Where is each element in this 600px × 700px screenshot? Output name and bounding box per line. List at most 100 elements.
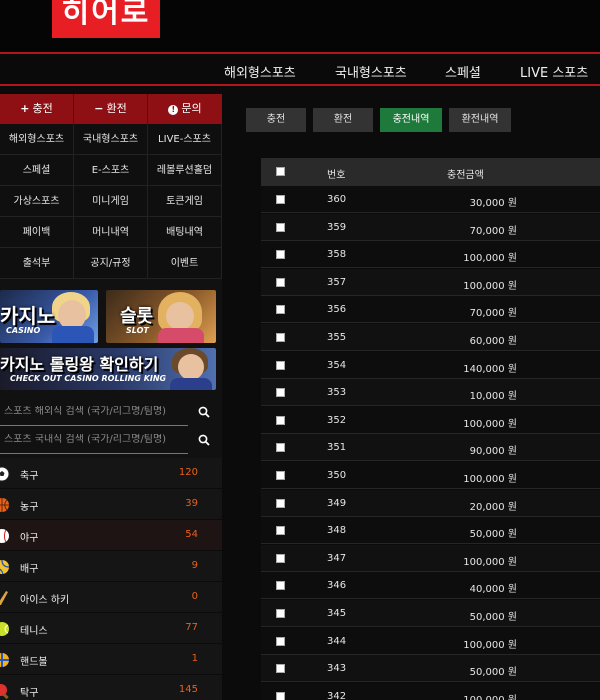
- table-row[interactable]: 344 100,000 원: [261, 627, 600, 655]
- sport-name: 야구: [20, 533, 39, 544]
- tab-withdraw-history[interactable]: 환전내역: [449, 108, 511, 132]
- row-checkbox[interactable]: [276, 277, 285, 287]
- row-checkbox[interactable]: [276, 305, 285, 315]
- tab-deposit-history[interactable]: 충전내역: [380, 108, 442, 132]
- row-checkbox[interactable]: [276, 498, 285, 508]
- sport-name: 축구: [20, 471, 39, 482]
- row-checkbox[interactable]: [276, 250, 285, 260]
- domestic-search-input[interactable]: [4, 434, 184, 445]
- row-checkbox[interactable]: [276, 415, 285, 425]
- menu-esports[interactable]: E-스포츠: [74, 155, 148, 186]
- row-checkbox[interactable]: [276, 333, 285, 342]
- table-row[interactable]: 351 90,000 원: [261, 434, 600, 462]
- row-checkbox[interactable]: [276, 581, 285, 591]
- sport-item-handball[interactable]: 핸드볼 1: [0, 644, 222, 675]
- site-logo[interactable]: 히어로: [52, 0, 160, 38]
- sport-count: 77: [185, 622, 198, 633]
- sport-name: 테니스: [20, 626, 48, 637]
- sport-item-table-tennis[interactable]: 탁구 145: [0, 675, 222, 700]
- withdraw-button[interactable]: − 환전: [74, 94, 148, 124]
- row-checkbox[interactable]: [276, 360, 285, 370]
- select-all-checkbox[interactable]: [276, 167, 285, 176]
- table-row[interactable]: 353 10,000 원: [261, 379, 600, 407]
- sport-item-volleyball[interactable]: 배구 9: [0, 551, 222, 582]
- sport-item-tennis[interactable]: 테니스 77: [0, 613, 222, 644]
- row-checkbox[interactable]: [276, 526, 285, 536]
- table-row[interactable]: 346 40,000 원: [261, 572, 600, 600]
- menu-bet-history[interactable]: 배팅내역: [148, 217, 222, 248]
- row-checkbox[interactable]: [276, 553, 285, 563]
- menu-domestic-sports[interactable]: 국내형스포츠: [74, 124, 148, 155]
- sport-item-soccer[interactable]: 축구 120: [0, 458, 222, 489]
- table-row[interactable]: 352 100,000 원: [261, 406, 600, 434]
- row-checkbox[interactable]: [276, 443, 285, 453]
- row-checkbox[interactable]: [276, 388, 285, 398]
- table-row[interactable]: 360 30,000 원: [261, 186, 600, 213]
- table-row[interactable]: 357 100,000 원: [261, 268, 600, 296]
- nav-item-special[interactable]: 스페셜: [445, 62, 481, 81]
- menu-attendance[interactable]: 출석부: [0, 248, 74, 279]
- row-checkbox[interactable]: [276, 195, 285, 204]
- casino-banner[interactable]: 카지노 CASINO: [0, 290, 98, 343]
- sport-name: 핸드볼: [20, 657, 48, 668]
- inquiry-label: 문의: [181, 102, 202, 115]
- deposit-button[interactable]: + 충전: [0, 94, 74, 124]
- menu-mini-game[interactable]: 미니게임: [74, 186, 148, 217]
- row-checkbox[interactable]: [276, 636, 285, 646]
- search-icon[interactable]: [198, 434, 210, 446]
- row-amount: 100,000 원: [463, 474, 517, 485]
- table-row[interactable]: 358 100,000 원: [261, 241, 600, 269]
- rolling-character-face: [178, 354, 204, 380]
- row-checkbox[interactable]: [276, 222, 285, 232]
- casino-sub: CASINO: [6, 326, 41, 335]
- table-row[interactable]: 349 20,000 원: [261, 489, 600, 517]
- slot-banner[interactable]: 슬롯 SLOT: [106, 290, 216, 343]
- row-checkbox[interactable]: [276, 471, 285, 480]
- table-row[interactable]: 350 100,000 원: [261, 462, 600, 489]
- inquiry-button[interactable]: ! 문의: [148, 94, 222, 124]
- sport-item-ice-hockey[interactable]: 아이스 하키 0: [0, 582, 222, 613]
- rolling-king-banner[interactable]: 카지노 롤링왕 확인하기 CHECK OUT CASINO ROLLING KI…: [0, 348, 216, 390]
- row-amount: 140,000 원: [463, 363, 517, 375]
- table-row[interactable]: 354 140,000 원: [261, 351, 600, 379]
- table-row[interactable]: 347 100,000 원: [261, 544, 600, 572]
- tab-withdraw[interactable]: 환전: [313, 108, 373, 132]
- table-row[interactable]: 356 70,000 원: [261, 296, 600, 324]
- menu-special[interactable]: 스페셜: [0, 155, 74, 186]
- row-checkbox[interactable]: [276, 609, 285, 618]
- row-amount: 100,000 원: [463, 253, 517, 265]
- tab-deposit[interactable]: 충전: [246, 108, 306, 132]
- table-row[interactable]: 359 70,000 원: [261, 213, 600, 241]
- menu-virtual-sports[interactable]: 가상스포츠: [0, 186, 74, 217]
- table-row[interactable]: 345 50,000 원: [261, 600, 600, 627]
- nav-item-domestic-sports[interactable]: 국내형스포츠: [335, 62, 407, 81]
- table-tennis-icon: [0, 684, 9, 699]
- overseas-search-box: [0, 400, 222, 428]
- menu-notice-rules[interactable]: 공지/규정: [74, 248, 148, 279]
- table-row[interactable]: 348 50,000 원: [261, 517, 600, 545]
- sport-item-basketball[interactable]: 농구 39: [0, 489, 222, 520]
- menu-token-game[interactable]: 토큰게임: [148, 186, 222, 217]
- plus-icon: +: [20, 102, 30, 115]
- menu-payback[interactable]: 페이백: [0, 217, 74, 248]
- menu-revolution-holdem[interactable]: 레볼루션홀덤: [148, 155, 222, 186]
- baseball-icon: [0, 529, 9, 543]
- table-row[interactable]: 355 60,000 원: [261, 324, 600, 351]
- sport-item-baseball[interactable]: 야구 54: [0, 520, 222, 551]
- rolling-character-body: [170, 378, 212, 390]
- search-icon[interactable]: [198, 406, 210, 418]
- casino-title: 카지노: [0, 304, 56, 328]
- overseas-search-input[interactable]: [4, 406, 184, 417]
- menu-event[interactable]: 이벤트: [148, 248, 222, 279]
- row-checkbox[interactable]: [276, 691, 285, 700]
- nav-item-overseas-sports[interactable]: 해외형스포츠: [224, 62, 296, 81]
- table-row[interactable]: 342 100,000 원: [261, 682, 600, 700]
- menu-money-history[interactable]: 머니내역: [74, 217, 148, 248]
- menu-overseas-sports[interactable]: 해외형스포츠: [0, 124, 74, 155]
- top-nav: 해외형스포츠 국내형스포츠 스페셜 LIVE 스포츠: [0, 56, 600, 86]
- table-row[interactable]: 343 50,000 원: [261, 655, 600, 683]
- nav-item-live-sports[interactable]: LIVE 스포츠: [520, 62, 588, 81]
- row-checkbox[interactable]: [276, 664, 285, 674]
- volleyball-icon: [0, 559, 10, 575]
- menu-live-sports[interactable]: LIVE-스포츠: [148, 124, 222, 155]
